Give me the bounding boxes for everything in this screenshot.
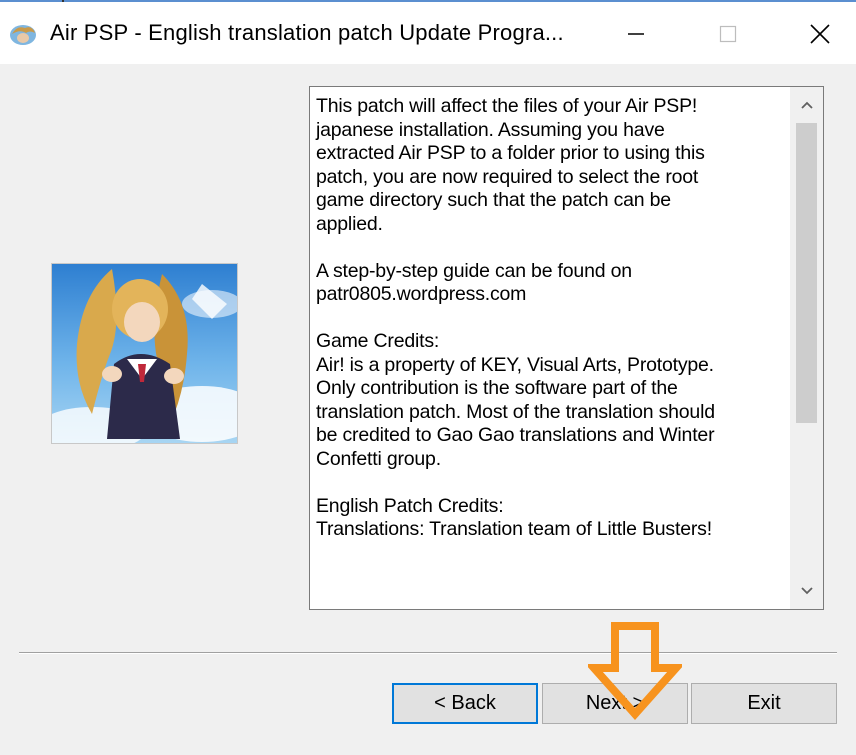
dialog-client-area: This patch will affect the files of your… xyxy=(0,64,856,755)
game-artwork xyxy=(52,264,237,443)
window-title: Air PSP - English translation patch Upda… xyxy=(50,20,564,45)
separator-line xyxy=(19,652,837,654)
close-button[interactable] xyxy=(774,4,856,64)
title-bar[interactable]: Air PSP - English translation patch Upda… xyxy=(0,2,856,64)
vertical-scrollbar[interactable] xyxy=(790,87,823,609)
next-button[interactable]: Next > xyxy=(542,683,688,724)
close-icon xyxy=(810,24,830,44)
maximize-button[interactable] xyxy=(682,4,774,64)
description-textbox[interactable]: This patch will affect the files of your… xyxy=(309,86,824,610)
minimize-icon xyxy=(628,33,644,35)
description-text: This patch will affect the files of your… xyxy=(316,95,715,540)
maximize-icon xyxy=(719,25,737,43)
minimize-button[interactable] xyxy=(590,4,682,64)
scroll-thumb[interactable] xyxy=(796,123,817,423)
app-icon xyxy=(10,25,36,45)
game-artwork-image xyxy=(51,263,238,444)
chevron-up-icon xyxy=(800,101,813,109)
chevron-down-icon xyxy=(800,587,813,595)
exit-button[interactable]: Exit xyxy=(691,683,837,724)
scroll-down-button[interactable] xyxy=(790,573,823,609)
scroll-up-button[interactable] xyxy=(790,87,823,123)
back-button[interactable]: < Back xyxy=(392,683,538,724)
